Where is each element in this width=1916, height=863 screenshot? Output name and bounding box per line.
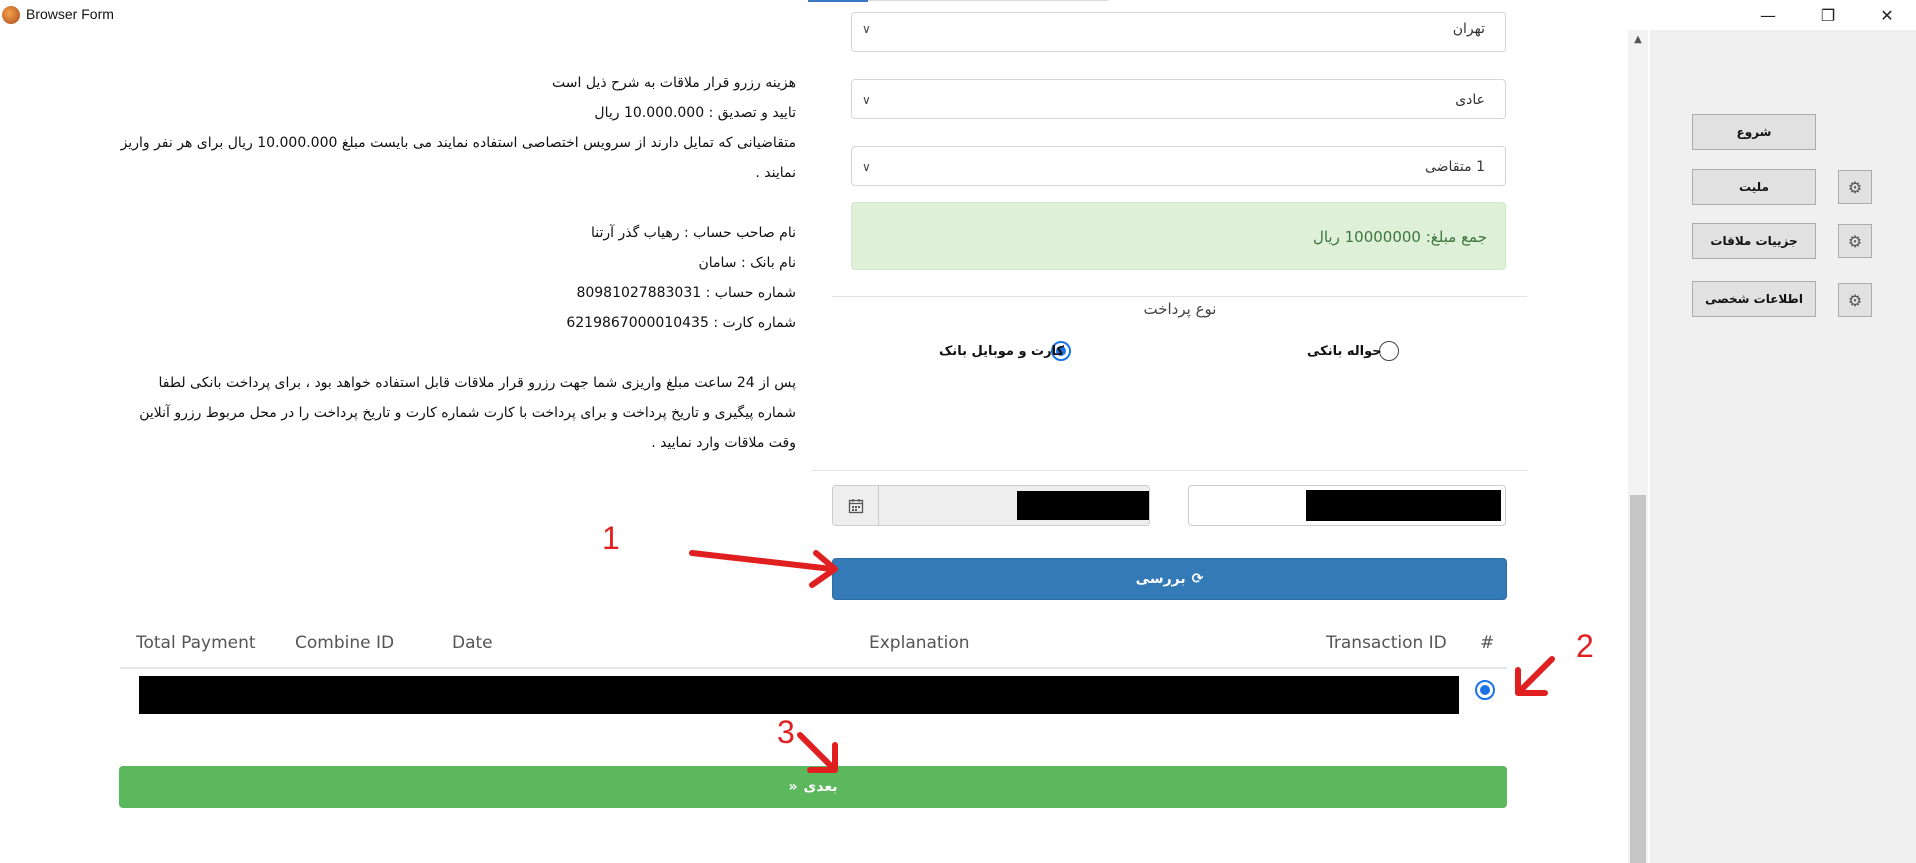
- chevron-down-icon: ∨: [862, 160, 871, 174]
- info-card-number: شماره کارت : 6219867000010435: [566, 315, 796, 331]
- sidebar-panel: [1650, 30, 1916, 863]
- redacted-tracking-value: [1306, 490, 1501, 521]
- city-select-value: تهران: [1452, 21, 1485, 37]
- scrollbar-thumb[interactable]: [1630, 495, 1646, 863]
- date-input-group: [832, 485, 1150, 526]
- next-button[interactable]: بعدی «: [119, 766, 1507, 808]
- app-icon: [2, 6, 20, 24]
- col-index: #: [1480, 633, 1495, 653]
- refresh-icon: ⟳: [1191, 571, 1204, 587]
- payment-type-label: نوع پرداخت: [1143, 300, 1217, 318]
- redacted-date-value: [1017, 491, 1149, 520]
- info-account-holder: نام صاحب حساب : رهیاب گذر آرتنا: [590, 225, 796, 241]
- start-button[interactable]: شروع: [1692, 114, 1816, 150]
- divider: [832, 296, 1527, 297]
- info-bank-name: نام بانک : سامان: [698, 255, 796, 271]
- gear-icon[interactable]: ⚙: [1838, 224, 1872, 258]
- window-title: Browser Form: [26, 6, 114, 22]
- info-line-verification: تایید و تصدیق : 10.000.000 ریال: [594, 105, 796, 121]
- applicants-select[interactable]: 1 متقاضی ∨: [851, 146, 1506, 186]
- col-explanation: Explanation: [869, 633, 970, 653]
- annotation-number-3: 3: [777, 714, 795, 750]
- total-amount-alert: جمع مبلغ: 10000000 ریال: [851, 202, 1506, 270]
- payment-date-input[interactable]: [879, 486, 1149, 525]
- annotation-arrow-1: [689, 550, 838, 588]
- annotation-arrow-2: [1515, 656, 1555, 696]
- annotation-number-1: 1: [602, 520, 620, 556]
- row-select-radio[interactable]: [1475, 680, 1495, 700]
- calendar-icon[interactable]: [833, 486, 879, 525]
- meeting-details-button[interactable]: جزییات ملاقات: [1692, 223, 1816, 259]
- gear-icon[interactable]: ⚙: [1838, 170, 1872, 204]
- radio-bank-transfer[interactable]: [1379, 341, 1399, 361]
- type-select[interactable]: عادی ∨: [851, 79, 1506, 119]
- next-button-label: بعدی: [803, 779, 838, 795]
- check-button[interactable]: ⟳ بررسی: [832, 558, 1507, 600]
- close-button[interactable]: ✕: [1864, 0, 1910, 30]
- chevron-down-icon: ∨: [862, 93, 871, 107]
- scroll-up-arrow-icon[interactable]: ▲: [1631, 30, 1645, 50]
- gear-icon[interactable]: ⚙: [1838, 283, 1872, 317]
- payment-info-text: هزینه رزرو قرار ملاقات به شرح ذیل است تا…: [120, 68, 796, 458]
- top-tab-divider: [868, 0, 1108, 1]
- total-amount-text: جمع مبلغ: 10000000 ریال: [1312, 228, 1487, 246]
- check-button-label: بررسی: [1135, 571, 1186, 587]
- radio-card-mobile-bank-label: کارت و موبایل بانک: [939, 344, 1065, 359]
- restore-button[interactable]: ❐: [1805, 0, 1851, 30]
- col-total-payment: Total Payment: [136, 633, 256, 653]
- col-transaction-id: Transaction ID: [1326, 633, 1447, 653]
- tracking-number-input[interactable]: [1188, 485, 1506, 526]
- double-chevron-left-icon: «: [788, 779, 798, 795]
- personal-info-button[interactable]: اطلاعات شخصی: [1692, 281, 1816, 317]
- annotation-arrow-3: [797, 732, 838, 773]
- col-date: Date: [452, 633, 493, 653]
- chevron-down-icon: ∨: [862, 22, 871, 36]
- type-select-value: عادی: [1455, 92, 1485, 108]
- info-line-exclusive: متقاضیانی که تمایل دارند از سرویس اختصاص…: [120, 135, 796, 181]
- annotation-number-2: 2: [1576, 628, 1594, 664]
- top-tab-indicator: [808, 0, 868, 2]
- applicants-select-value: 1 متقاضی: [1425, 159, 1485, 175]
- divider: [812, 470, 1527, 471]
- nationality-button[interactable]: ملیت: [1692, 169, 1816, 205]
- table-header-divider: [120, 667, 1507, 669]
- info-note: پس از 24 ساعت مبلغ واریزی شما جهت رزرو ق…: [139, 375, 796, 451]
- info-account-number: شماره حساب : 80981027883031: [576, 285, 796, 301]
- minimize-button[interactable]: —: [1745, 0, 1791, 30]
- redacted-row-content: [139, 676, 1459, 714]
- city-select[interactable]: تهران ∨: [851, 12, 1506, 52]
- col-combine-id: Combine ID: [295, 633, 395, 653]
- radio-bank-transfer-label: حواله بانکی: [1307, 344, 1382, 359]
- info-line-cost: هزینه رزرو قرار ملاقات به شرح ذیل است: [552, 75, 796, 91]
